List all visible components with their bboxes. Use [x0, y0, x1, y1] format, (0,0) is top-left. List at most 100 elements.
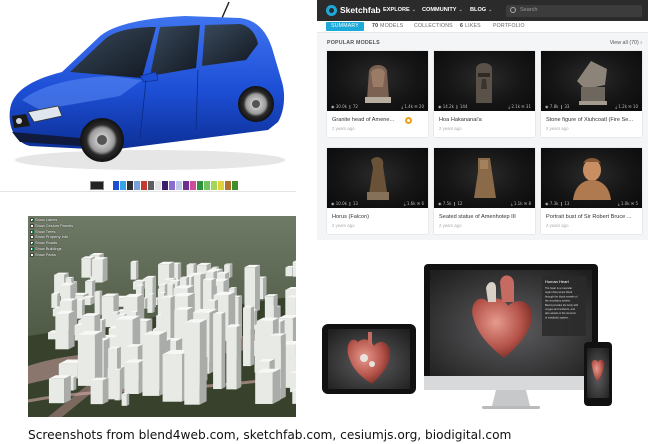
model-stats: ◉ 7.8k ❙ 33 ⤓ 1.2k ✉ 10 — [545, 104, 638, 109]
model-stats: ◉ 7.3k ❙ 13 ⤓ 1.0k ✉ 5 — [545, 201, 638, 206]
info-panel-text-line: the circulatory system. — [545, 299, 571, 303]
color-swatch[interactable] — [197, 181, 204, 190]
model-card[interactable]: ◉ 10.0k ❙ 13 ⤓ 1.6k ✉ 6 Horus (Falcon) 2 … — [327, 148, 428, 234]
info-panel-text-line: also assists in the removal — [545, 311, 576, 315]
model-date: 2 years ago — [332, 223, 355, 228]
section-title: POPULAR MODELS — [327, 40, 380, 46]
search-placeholder: Search — [520, 7, 538, 13]
color-swatch[interactable] — [204, 181, 211, 190]
model-stats: ◉ 7.5k ❙ 12 ⤓ 1.1k ✉ 8 — [438, 201, 531, 206]
model-date: 2 years ago — [439, 223, 462, 228]
sketchfab-brand[interactable]: Sketchfab — [340, 5, 381, 15]
color-swatch[interactable] — [141, 181, 148, 190]
view-all-link[interactable]: View all (70) › — [610, 40, 642, 46]
tab-models[interactable]: 70 MODELS — [372, 23, 403, 29]
model-thumbnail[interactable]: ◉ 30.0k ❙ 72 ⤓ 1.4k ✉ 20 — [327, 51, 428, 111]
color-swatch[interactable] — [106, 181, 113, 190]
model-date: 2 years ago — [332, 126, 355, 131]
nav-community[interactable]: COMMUNITY ⌄ — [422, 7, 463, 13]
color-swatch[interactable] — [148, 181, 155, 190]
layer-label: Show Property Info — [35, 234, 69, 240]
info-panel-text-line: organ that pumps blood — [545, 290, 573, 294]
color-swatch[interactable] — [134, 181, 141, 190]
tab-summary[interactable]: SUMMARY — [326, 22, 364, 31]
model-stats: ◉ 14.2k ❙ 144 ⤓ 2.1k ✉ 31 — [438, 104, 531, 109]
model-thumbnail[interactable]: ◉ 10.0k ❙ 13 ⤓ 1.6k ✉ 6 — [327, 148, 428, 208]
chevron-down-icon: ⌄ — [488, 7, 493, 13]
model-title[interactable]: Seated statue of Amenhotep III — [439, 214, 531, 220]
model-card[interactable]: ◉ 14.2k ❙ 144 ⤓ 2.1k ✉ 31 Hoa Hakananai'a… — [434, 51, 535, 137]
model-thumbnail[interactable]: ◉ 14.2k ❙ 144 ⤓ 2.1k ✉ 31 — [434, 51, 535, 111]
swatch-picker-icon[interactable] — [90, 181, 104, 190]
checkbox-icon[interactable] — [30, 241, 34, 246]
model-title[interactable]: Horus (Falcon) — [332, 214, 424, 220]
color-swatch[interactable] — [120, 181, 127, 190]
search-icon — [510, 7, 516, 13]
color-swatch[interactable] — [162, 181, 169, 190]
model-title[interactable]: Stone figure of Xiuhcoatl (Fire Se... — [546, 117, 638, 123]
checkbox-icon[interactable] — [30, 218, 34, 222]
search-input[interactable]: Search — [506, 5, 642, 17]
layer-toggle[interactable]: Show Parks — [29, 252, 81, 258]
layer-label: Show Parks — [35, 251, 56, 257]
color-swatch-bar — [90, 181, 239, 190]
model-card[interactable]: ◉ 7.5k ❙ 12 ⤓ 1.1k ✉ 8 Seated statue of A… — [434, 148, 535, 234]
model-thumbnail[interactable]: ◉ 7.3k ❙ 13 ⤓ 1.0k ✉ 5 — [541, 148, 642, 208]
model-card[interactable]: ◉ 30.0k ❙ 72 ⤓ 1.4k ✉ 20 Granite head of … — [327, 51, 428, 137]
color-swatch[interactable] — [211, 181, 218, 190]
model-thumbnail[interactable]: ◉ 7.5k ❙ 12 ⤓ 1.1k ✉ 8 — [434, 148, 535, 208]
color-swatch[interactable] — [218, 181, 225, 190]
model-stats: ◉ 30.0k ❙ 72 ⤓ 1.4k ✉ 20 — [331, 104, 424, 109]
model-date: 2 years ago — [546, 223, 569, 228]
model-title[interactable]: Portrait bust of Sir Robert Bruce ... — [546, 214, 638, 220]
color-swatch[interactable] — [183, 181, 190, 190]
profile-tabs: SUMMARY 70 MODELS COLLECTIONS 6 LIKES PORT… — [317, 21, 648, 33]
tab-likes[interactable]: 6 LIKES — [460, 23, 481, 29]
info-panel-text-line: oxygen and nutrients, and — [545, 307, 575, 311]
info-panel-text-line: The heart is a muscular — [545, 286, 572, 290]
checkbox-icon[interactable] — [30, 223, 34, 228]
layer-toggle-panel: Show Labels Show Cesium Parcels Show Trees… — [29, 217, 81, 258]
model-card[interactable]: ◉ 7.3k ❙ 13 ⤓ 1.0k ✉ 5 Portrait bust of S… — [541, 148, 642, 234]
color-swatch[interactable] — [232, 181, 239, 190]
checkbox-icon[interactable] — [30, 235, 34, 240]
checkbox-icon[interactable] — [30, 229, 34, 234]
checkbox-icon[interactable] — [30, 246, 34, 251]
info-panel-text-line: through the blood vessels of — [545, 294, 578, 298]
layer-label: Show Cesium Parcels — [35, 222, 74, 228]
nav-explore[interactable]: EXPLORE ⌄ — [383, 7, 416, 13]
layer-label: Show Trees — [35, 228, 56, 234]
info-panel-text-line: of metabolic wastes. — [545, 315, 569, 319]
model-date: 2 years ago — [546, 126, 569, 131]
color-swatch[interactable] — [155, 181, 162, 190]
chevron-down-icon: ⌄ — [458, 7, 463, 13]
staff-pick-badge-icon — [405, 117, 412, 124]
figure-caption: Screenshots from blend4web.com, sketchfa… — [28, 428, 512, 442]
model-card[interactable]: ◉ 7.8k ❙ 33 ⤓ 1.2k ✉ 10 Stone figure of X… — [541, 51, 642, 137]
layer-label: Show Roads — [35, 240, 58, 246]
tab-portfolio[interactable]: PORTFOLIO — [493, 23, 525, 29]
model-thumbnail[interactable]: ◉ 7.8k ❙ 33 ⤓ 1.2k ✉ 10 — [541, 51, 642, 111]
sketchfab-logo-icon[interactable] — [326, 5, 337, 16]
sketchfab-top-bar: Sketchfab EXPLORE ⌄ COMMUNITY ⌄ BLOG ⌄ Sear… — [317, 0, 648, 21]
layer-label: Show Labels — [35, 217, 58, 222]
color-swatch[interactable] — [225, 181, 232, 190]
model-stats: ◉ 10.0k ❙ 13 ⤓ 1.6k ✉ 6 — [331, 201, 424, 206]
car-configurator-panel — [0, 0, 296, 192]
model-date: 2 years ago — [439, 126, 462, 131]
sketchfab-profile-page: Sketchfab EXPLORE ⌄ COMMUNITY ⌄ BLOG ⌄ Sear… — [317, 0, 648, 240]
checkbox-icon[interactable] — [30, 252, 34, 257]
color-swatch[interactable] — [169, 181, 176, 190]
car-3d-viewport[interactable] — [0, 0, 296, 180]
color-swatch[interactable] — [176, 181, 183, 190]
color-swatch[interactable] — [190, 181, 197, 190]
model-title[interactable]: Hoa Hakananai'a — [439, 117, 531, 123]
color-swatch[interactable] — [113, 181, 120, 190]
tab-collections[interactable]: COLLECTIONS — [414, 23, 453, 29]
color-swatch[interactable] — [127, 181, 134, 190]
cesium-3d-city-viewport[interactable]: Show Labels Show Cesium Parcels Show Trees… — [28, 216, 296, 417]
info-panel-title: Human Heart — [545, 279, 570, 284]
nav-blog[interactable]: BLOG ⌄ — [470, 7, 492, 13]
layer-label: Show Buildings — [35, 245, 62, 251]
city-buildings — [48, 252, 296, 406]
